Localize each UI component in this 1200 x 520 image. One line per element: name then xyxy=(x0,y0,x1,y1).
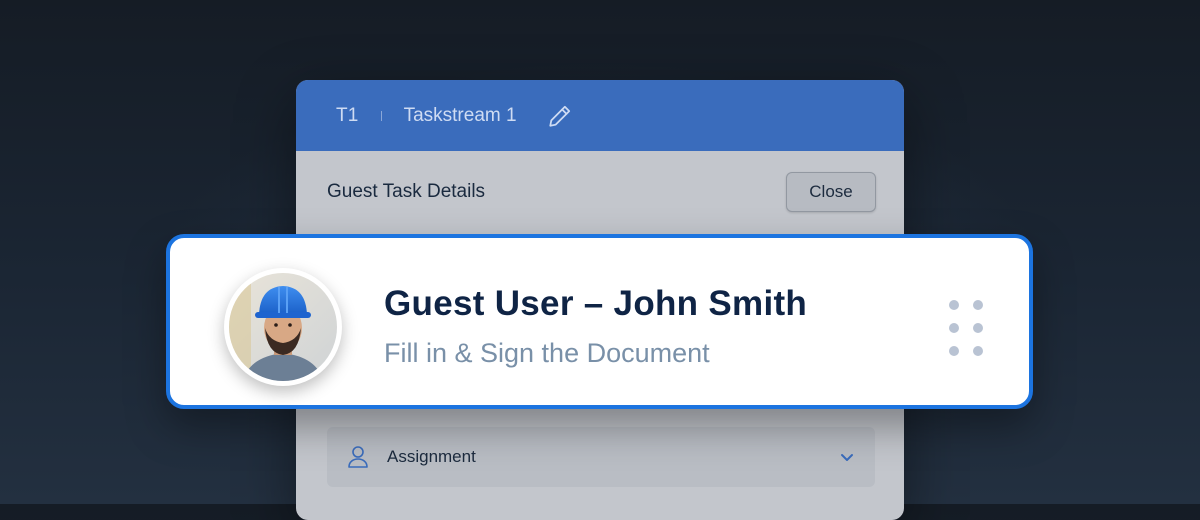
panel-title: Guest Task Details xyxy=(327,181,486,202)
panel-header: T1 Taskstream 1 xyxy=(296,80,904,151)
drag-handle-icon[interactable] xyxy=(946,297,986,359)
panel-subheader: Guest Task Details Close xyxy=(296,151,904,233)
pencil-icon[interactable] xyxy=(547,103,573,129)
header-divider xyxy=(380,110,382,121)
avatar xyxy=(229,273,337,381)
card-subtitle: Fill in & Sign the Document xyxy=(384,338,710,368)
card-title: Guest User – John Smith xyxy=(384,284,808,323)
taskstream-code: T1 xyxy=(336,104,359,126)
assignment-label: Assignment xyxy=(387,447,476,466)
guest-task-card[interactable]: Guest User – John Smith Fill in & Sign t… xyxy=(166,234,1033,409)
close-button[interactable]: Close xyxy=(786,172,876,212)
chevron-down-icon[interactable] xyxy=(839,449,855,465)
taskstream-name: Taskstream 1 xyxy=(403,104,517,126)
avatar-frame xyxy=(224,268,342,386)
user-icon xyxy=(347,445,369,469)
assignment-dropdown[interactable]: Assignment xyxy=(327,427,875,487)
